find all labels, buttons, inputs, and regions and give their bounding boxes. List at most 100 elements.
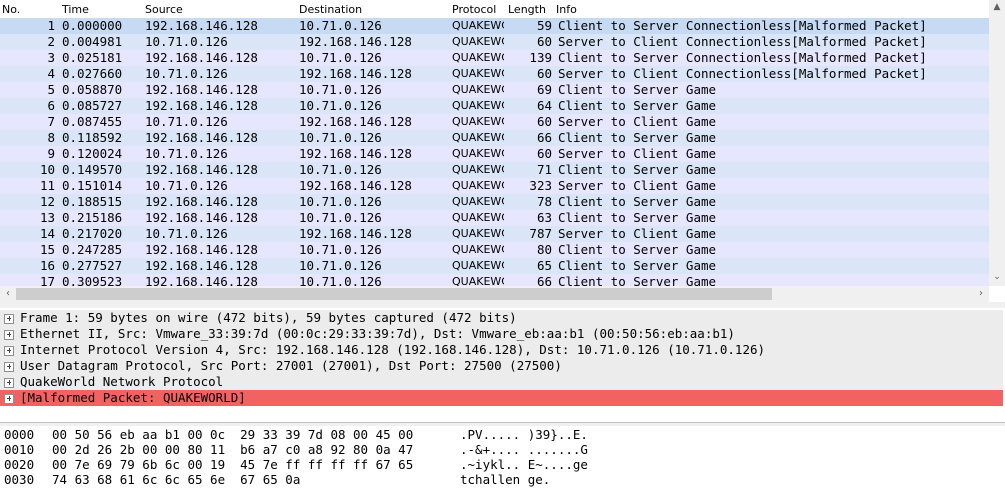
packet-cell-dst: 10.71.0.126 xyxy=(299,50,382,65)
packet-cell-proto: QUAKEWC xyxy=(452,83,504,96)
bytes-offset[interactable]: 0020 xyxy=(4,457,34,472)
bytes-offset[interactable]: 0000 xyxy=(4,427,34,442)
packet-row[interactable]: 13 0.215186 192.168.146.128 10.71.0.126 QUAK… xyxy=(0,210,989,226)
packet-cell-len: 60 xyxy=(536,146,552,161)
plus-box-icon[interactable] xyxy=(4,346,14,356)
plus-box-icon[interactable] xyxy=(4,362,14,372)
packet-cell-time: 0.087455 xyxy=(62,114,123,129)
packet-cell-src: 192.168.146.128 xyxy=(145,18,258,33)
packet-cell-proto: QUAKEWC xyxy=(452,211,504,224)
bytes-offset[interactable]: 0030 xyxy=(4,472,34,487)
bytes-hex[interactable]: 00 2d 26 2b 00 00 80 11 b6 a7 c0 a8 92 8… xyxy=(52,442,413,457)
packet-cell-dst: 10.71.0.126 xyxy=(299,242,382,257)
plus-box-icon[interactable] xyxy=(4,330,14,340)
packet-row[interactable]: 8 0.118592 192.168.146.128 10.71.0.126 QUAKE… xyxy=(0,130,989,146)
packet-cell-src: 10.71.0.126 xyxy=(145,66,228,81)
bytes-hex[interactable]: 74 63 68 61 6c 6c 65 6e 67 65 0a xyxy=(52,472,300,487)
packet-row[interactable]: 4 0.027660 10.71.0.126 192.168.146.128 QUAKE… xyxy=(0,66,989,82)
column-header-no[interactable]: No. xyxy=(2,3,20,16)
packet-list-header: No. Time Source Destination Protocol Len… xyxy=(0,0,1005,18)
bytes-ascii[interactable]: .-&+.... .......G xyxy=(460,442,588,457)
packet-cell-info: Client to Server Game xyxy=(558,98,717,113)
chevron-right-icon[interactable]: › xyxy=(973,286,989,302)
packet-cell-time: 0.027660 xyxy=(62,66,123,81)
packet-cell-info: Client to Server Game xyxy=(558,274,717,286)
column-header-destination[interactable]: Destination xyxy=(299,3,362,16)
plus-box-icon[interactable] xyxy=(4,378,14,388)
packet-cell-info: Server to Client Connectionless[Malforme… xyxy=(558,66,927,81)
chevron-up-icon[interactable]: ▲ xyxy=(989,0,1005,14)
packet-row[interactable]: 17 0.309523 192.168.146.128 10.71.0.126 QUAK… xyxy=(0,274,989,286)
packet-cell-no: 9 xyxy=(47,146,55,161)
chevron-down-icon[interactable]: ⌄ xyxy=(989,270,1005,284)
packet-row[interactable]: 15 0.247285 192.168.146.128 10.71.0.126 QUAK… xyxy=(0,242,989,258)
chevron-left-icon[interactable]: ‹ xyxy=(0,286,16,302)
scrollbar-thumb[interactable] xyxy=(16,288,772,300)
packet-cell-no: 6 xyxy=(47,98,55,113)
packet-cell-src: 192.168.146.128 xyxy=(145,194,258,209)
column-header-source[interactable]: Source xyxy=(145,3,183,16)
vertical-scrollbar[interactable]: ▲ ⌄ xyxy=(989,0,1005,286)
packet-cell-dst: 192.168.146.128 xyxy=(299,178,412,193)
packet-cell-info: Server to Client Connectionless[Malforme… xyxy=(558,34,927,49)
column-header-time[interactable]: Time xyxy=(62,3,89,16)
packet-cell-info: Client to Server Game xyxy=(558,82,717,97)
packet-cell-no: 13 xyxy=(39,210,55,225)
packet-cell-proto: QUAKEWC xyxy=(452,115,504,128)
packet-cell-src: 192.168.146.128 xyxy=(145,258,258,273)
packet-cell-info: Server to Client Game xyxy=(558,146,717,161)
packet-cell-time: 0.309523 xyxy=(62,274,123,286)
packet-cell-info: Server to Client Game xyxy=(558,226,717,241)
detail-tree-item[interactable]: [Malformed Packet: QUAKEWORLD] xyxy=(0,390,1003,406)
plus-box-icon[interactable] xyxy=(4,314,14,324)
packet-cell-src: 10.71.0.126 xyxy=(145,114,228,129)
packet-cell-time: 0.000000 xyxy=(62,18,123,33)
packet-cell-src: 192.168.146.128 xyxy=(145,242,258,257)
packet-cell-no: 11 xyxy=(39,178,55,193)
detail-tree-item[interactable]: Ethernet II, Src: Vmware_33:39:7d (00:0c… xyxy=(0,326,1003,342)
packet-cell-src: 192.168.146.128 xyxy=(145,98,258,113)
packet-cell-len: 59 xyxy=(536,18,552,33)
packet-cell-dst: 10.71.0.126 xyxy=(299,258,382,273)
packet-row[interactable]: 3 0.025181 192.168.146.128 10.71.0.126 QUAKE… xyxy=(0,50,989,66)
packet-rows: 1 0.000000 192.168.146.128 10.71.0.126 QUAKE… xyxy=(0,18,989,286)
packet-row[interactable]: 12 0.188515 192.168.146.128 10.71.0.126 QUAK… xyxy=(0,194,989,210)
packet-cell-len: 66 xyxy=(536,130,552,145)
column-header-info[interactable]: Info xyxy=(556,3,577,16)
bytes-ascii[interactable]: .PV..... )39}..E. xyxy=(460,427,588,442)
packet-row[interactable]: 6 0.085727 192.168.146.128 10.71.0.126 QUAKE… xyxy=(0,98,989,114)
packet-cell-src: 192.168.146.128 xyxy=(145,274,258,286)
packet-row[interactable]: 9 0.120024 10.71.0.126 192.168.146.128 QUAKE… xyxy=(0,146,989,162)
packet-cell-proto: QUAKEWC xyxy=(452,259,504,272)
detail-tree-item[interactable]: QuakeWorld Network Protocol xyxy=(0,374,1003,390)
packet-list[interactable]: No. Time Source Destination Protocol Len… xyxy=(0,0,1005,286)
packet-cell-len: 64 xyxy=(536,98,552,113)
column-header-length[interactable]: Length xyxy=(508,3,546,16)
packet-row[interactable]: 2 0.004981 10.71.0.126 192.168.146.128 QUAKE… xyxy=(0,34,989,50)
bytes-hex[interactable]: 00 50 56 eb aa b1 00 0c 29 33 39 7d 08 0… xyxy=(52,427,413,442)
detail-tree-item[interactable]: Internet Protocol Version 4, Src: 192.16… xyxy=(0,342,1003,358)
packet-row[interactable]: 10 0.149570 192.168.146.128 10.71.0.126 QUAK… xyxy=(0,162,989,178)
detail-tree-item[interactable]: Frame 1: 59 bytes on wire (472 bits), 59… xyxy=(0,310,1003,326)
packet-cell-src: 10.71.0.126 xyxy=(145,178,228,193)
packet-cell-info: Client to Server Game xyxy=(558,258,717,273)
plus-box-icon[interactable] xyxy=(4,394,14,404)
packet-row[interactable]: 14 0.217020 10.71.0.126 192.168.146.128 QUAK… xyxy=(0,226,989,242)
bytes-ascii[interactable]: .~iykl.. E~....ge xyxy=(460,457,588,472)
packet-cell-proto: QUAKEWC xyxy=(452,275,504,286)
packet-cell-dst: 192.168.146.128 xyxy=(299,66,412,81)
packet-cell-time: 0.217020 xyxy=(62,226,123,241)
packet-row[interactable]: 5 0.058870 192.168.146.128 10.71.0.126 QUAKE… xyxy=(0,82,989,98)
horizontal-scrollbar[interactable]: ‹ › xyxy=(0,286,989,302)
packet-row[interactable]: 7 0.087455 10.71.0.126 192.168.146.128 QUAKE… xyxy=(0,114,989,130)
bytes-offset[interactable]: 0010 xyxy=(4,442,34,457)
bytes-hex[interactable]: 00 7e 69 79 6b 6c 00 19 45 7e ff ff ff f… xyxy=(52,457,413,472)
packet-row[interactable]: 16 0.277527 192.168.146.128 10.71.0.126 QUAK… xyxy=(0,258,989,274)
detail-tree-item[interactable]: User Datagram Protocol, Src Port: 27001 … xyxy=(0,358,1003,374)
packet-cell-len: 65 xyxy=(536,258,552,273)
bytes-ascii[interactable]: tchallen ge. xyxy=(460,472,550,487)
packet-row[interactable]: 11 0.151014 10.71.0.126 192.168.146.128 QUAK… xyxy=(0,178,989,194)
packet-row[interactable]: 1 0.000000 192.168.146.128 10.71.0.126 QUAKE… xyxy=(0,18,989,34)
column-header-protocol[interactable]: Protocol xyxy=(452,3,496,16)
packet-cell-proto: QUAKEWC xyxy=(452,67,504,80)
